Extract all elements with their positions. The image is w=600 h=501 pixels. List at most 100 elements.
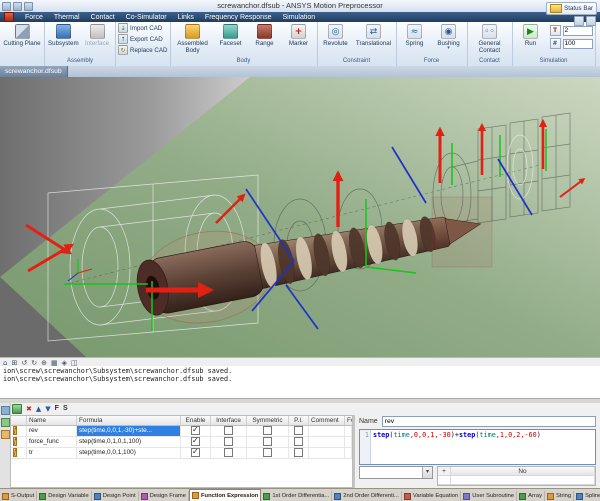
panel-side-icon[interactable] — [1, 406, 10, 415]
revolute-button[interactable]: ◎ Revolute — [320, 23, 352, 48]
pi-checkbox[interactable] — [294, 448, 303, 457]
interface-button[interactable]: Interface — [81, 23, 113, 48]
bottom-tab-bar: S-Output Design Variable Design Point De… — [0, 488, 600, 501]
end-time-input[interactable] — [563, 26, 593, 36]
table-row[interactable]: ƒ rev step(time,0,0,1,-30)+ste... — [11, 426, 352, 437]
table-row[interactable]: ƒ tr step(time,0,0,1,100) — [11, 448, 352, 459]
translational-button[interactable]: ⇄ Translational — [354, 23, 394, 48]
symmetric-checkbox[interactable] — [263, 437, 272, 446]
expression-code-editor[interactable]: 1 step(time,0,0,1,-30)+step(time,1,0,2,-… — [359, 429, 596, 465]
row-comment[interactable] — [309, 426, 345, 437]
marker-button[interactable]: + Marker — [283, 23, 315, 48]
bushing-dropdown-icon[interactable]: ▾ — [447, 47, 450, 50]
ribbon-group-eigenvalue: λ Body Eigenvalue — [596, 22, 600, 66]
options-icon[interactable] — [586, 16, 596, 26]
menu-item-co-simulator[interactable]: Co-Simulator — [126, 14, 167, 21]
cutting-plane-button[interactable]: Cutting Plane — [2, 23, 42, 48]
interface-checkbox[interactable] — [224, 426, 233, 435]
menu-item-simulation[interactable]: Simulation — [282, 14, 315, 21]
log-line: ion\screw\screwanchor\Subsystem\screwanc… — [3, 375, 597, 383]
expression-code[interactable]: step(time,0,0,1,-30)+step(time,1,0,2,-60… — [371, 430, 543, 464]
row-formula[interactable]: step(time,0,0,1,-30)+ste... — [77, 426, 181, 437]
layout-icon[interactable] — [574, 16, 584, 26]
menu-item-contact[interactable]: Contact — [91, 14, 115, 21]
export-cad-button[interactable]: ↑ Export CAD — [118, 34, 168, 44]
save-icon[interactable] — [2, 2, 11, 11]
status-bar-button[interactable]: Status Bar — [546, 2, 597, 15]
row-name[interactable]: force_func — [27, 437, 77, 448]
move-up-icon[interactable]: ▲ — [36, 404, 41, 414]
menu-item-links[interactable]: Links — [178, 14, 194, 21]
bushing-button[interactable]: ◉ Bushing ▾ — [433, 23, 465, 51]
menu-item-frequency-response[interactable]: Frequency Response — [205, 14, 272, 21]
undo-icon[interactable] — [13, 2, 22, 11]
add-expression-icon[interactable] — [12, 404, 22, 414]
move-down-icon[interactable]: ▼ — [45, 404, 50, 414]
row-formula[interactable]: step(time,0,0,1,100) — [77, 448, 181, 459]
dropdown-caret-icon[interactable]: ▾ — [422, 467, 432, 478]
ribbon-group-simulation: ▶ Run T # Simulation — [513, 22, 596, 66]
run-button[interactable]: ▶ Run — [515, 23, 547, 48]
redo-icon[interactable] — [24, 2, 33, 11]
row-comment[interactable] — [309, 448, 345, 459]
filter-icon[interactable]: F — [55, 404, 59, 414]
row-name[interactable]: rev — [27, 426, 77, 437]
arg-row-selector[interactable] — [438, 476, 451, 485]
assembled-body-icon — [185, 24, 200, 39]
enable-checkbox[interactable] — [191, 426, 200, 435]
argument-dropdown[interactable]: ▾ — [359, 466, 433, 479]
add-argument-button[interactable]: + — [438, 467, 451, 476]
sort-icon[interactable]: S — [63, 404, 68, 414]
interface-checkbox[interactable] — [224, 448, 233, 457]
name-input[interactable] — [382, 416, 596, 427]
row-focus[interactable] — [345, 437, 352, 448]
tab-icon — [94, 493, 101, 500]
menu-item-force[interactable]: Force — [25, 14, 43, 21]
body-group-caption: Body — [173, 57, 315, 66]
faceset-button[interactable]: Faceset — [215, 23, 247, 48]
row-formula[interactable]: step(time,0,1,0,1,100) — [77, 437, 181, 448]
symmetric-checkbox[interactable] — [263, 448, 272, 457]
tab-icon — [519, 493, 526, 500]
arg-cell[interactable] — [451, 476, 595, 485]
symmetric-checkbox[interactable] — [263, 426, 272, 435]
assembled-body-button[interactable]: Assembled Body — [173, 23, 213, 55]
enable-checkbox[interactable] — [191, 437, 200, 446]
row-focus[interactable] — [345, 448, 352, 459]
table-row[interactable]: ƒ force_func step(time,0,1,0,1,100) — [11, 437, 352, 448]
viewport-canvas[interactable] — [0, 77, 600, 357]
row-name[interactable]: tr — [27, 448, 77, 459]
status-bar-label: Status Bar — [564, 5, 593, 12]
import-cad-button[interactable]: ↓ Import CAD — [118, 23, 168, 33]
interface-icon — [90, 24, 105, 39]
enable-checkbox[interactable] — [191, 448, 200, 457]
menu-item-thermal[interactable]: Thermal — [54, 14, 80, 21]
message-log[interactable]: ion\screw\screwanchor\Subsystem\screwanc… — [0, 366, 600, 400]
replace-cad-button[interactable]: ↻ Replace CAD — [118, 45, 168, 55]
delete-icon[interactable]: ✖ — [26, 404, 32, 414]
step-count-input[interactable] — [563, 39, 593, 49]
pi-checkbox[interactable] — [294, 426, 303, 435]
subsystem-button[interactable]: Subsystem — [47, 23, 79, 48]
cutting-plane-label: Cutting Plane — [3, 40, 41, 47]
panel-side-icon[interactable] — [1, 430, 10, 439]
export-cad-label: Export CAD — [130, 36, 163, 43]
ribbon-group-contact: ◦◦ General Contact Contact — [468, 22, 513, 66]
interface-checkbox[interactable] — [224, 437, 233, 446]
row-comment[interactable] — [309, 437, 345, 448]
general-contact-button[interactable]: ◦◦ General Contact — [470, 23, 510, 55]
table-header-row: Name Formula Enable Interface Symmetric … — [11, 416, 352, 426]
pi-checkbox[interactable] — [294, 437, 303, 446]
log-line: ion\screw\screwanchor\Subsystem\screwanc… — [3, 367, 597, 375]
quick-access-toolbar[interactable] — [2, 2, 33, 11]
spring-button[interactable]: ≈ Spring — [399, 23, 431, 48]
run-icon: ▶ — [523, 24, 538, 39]
app-menu-icon[interactable] — [4, 12, 14, 22]
range-button[interactable]: Range — [249, 23, 281, 48]
row-focus[interactable] — [345, 426, 352, 437]
tab-function-expression[interactable]: Function Expression — [189, 489, 261, 501]
col-symmetric: Symmetric — [247, 416, 289, 426]
panel-side-icon[interactable] — [1, 418, 10, 427]
document-tab[interactable]: screwanchor.dfsub — [0, 66, 68, 77]
col-focus: Focus — [345, 416, 353, 426]
